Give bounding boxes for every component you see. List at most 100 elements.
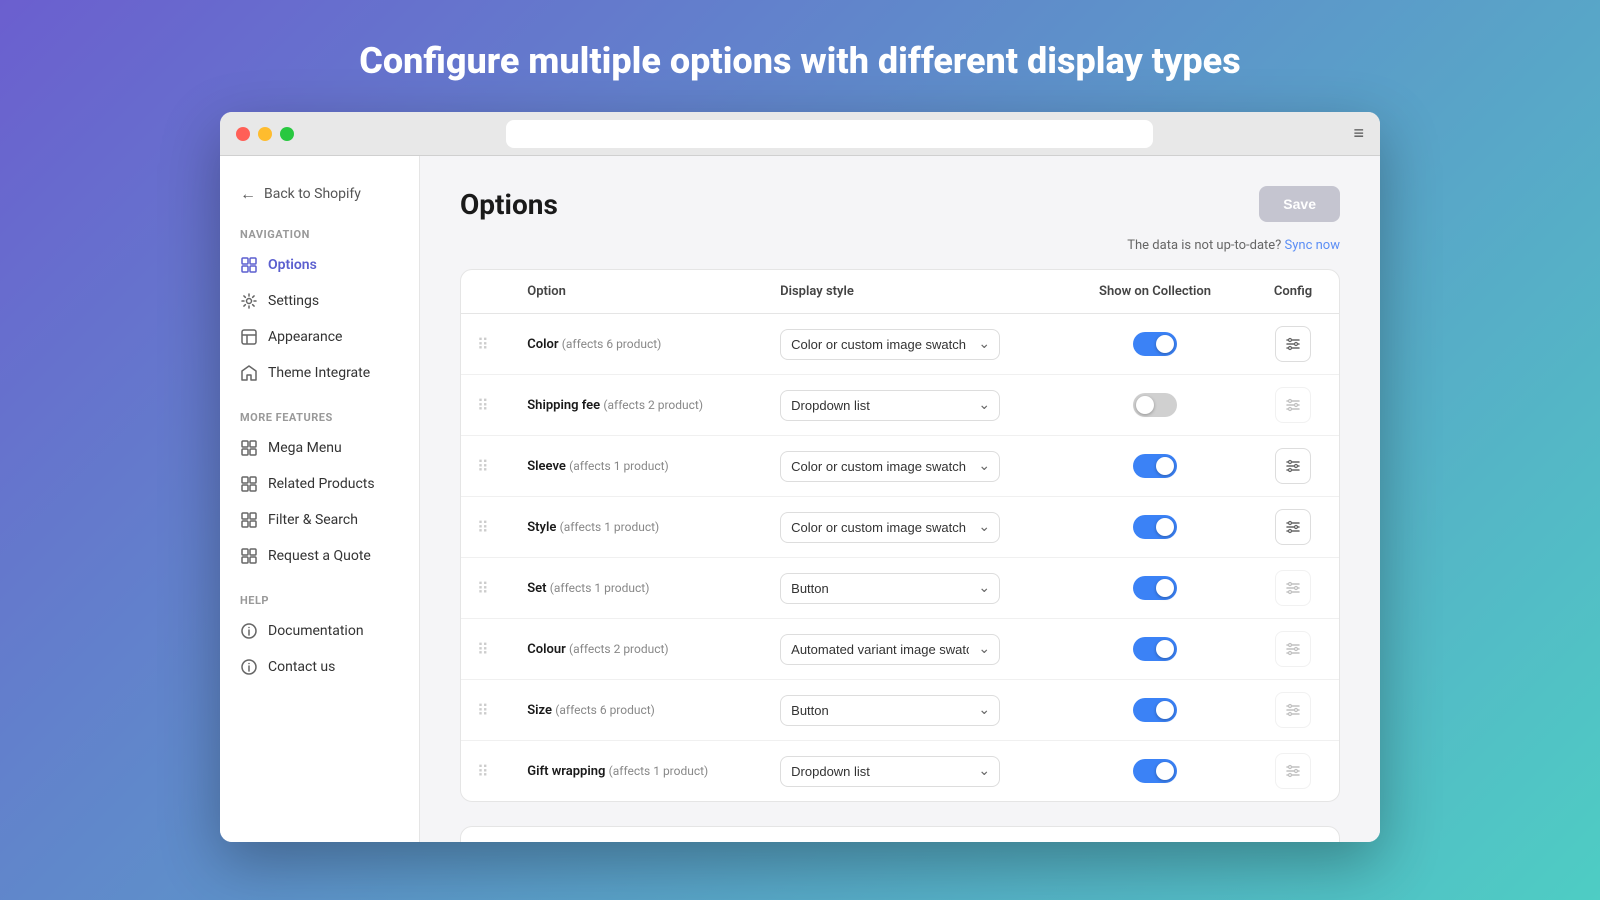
option-affects: (affects 1 product) [609,764,709,778]
sidebar-options-label: Options [268,257,317,273]
sidebar-item-request-quote[interactable]: Request a Quote [220,538,419,574]
config-cell [1247,619,1339,680]
col-option: Option [511,270,764,314]
collection-toggle[interactable] [1133,576,1177,600]
option-name: Sleeve [527,459,566,474]
display-style-wrapper: Color or custom image swatchAutomated va… [780,573,1000,604]
sidebar-item-related-products[interactable]: Related Products [220,466,419,502]
drag-handle-icon[interactable]: ⠿ [477,396,489,415]
collection-toggle[interactable] [1133,515,1177,539]
main-content: Options Save The data is not up-to-date?… [420,156,1380,842]
drag-handle-icon[interactable]: ⠿ [477,457,489,476]
config-icon [1285,641,1301,657]
related-products-icon [240,475,258,493]
table-row: ⠿Size (affects 6 product) Color or custo… [461,680,1339,741]
titlebar-menu-icon[interactable]: ≡ [1353,123,1364,144]
close-button[interactable] [236,127,250,141]
table-row: ⠿Shipping fee (affects 2 product) Color … [461,375,1339,436]
sidebar-doc-label: Documentation [268,623,364,639]
display-style-select[interactable]: Color or custom image swatchAutomated va… [780,695,1000,726]
sidebar-item-theme-integrate[interactable]: Theme Integrate [220,355,419,391]
toggle-slider [1133,332,1177,356]
drag-handle-icon[interactable]: ⠿ [477,579,489,598]
collection-toggle[interactable] [1133,393,1177,417]
often-installed-card: Often installed with apps close [460,826,1340,842]
display-style-select[interactable]: Color or custom image swatchAutomated va… [780,329,1000,360]
table-header: Option Display style Show on Collection … [461,270,1339,314]
config-button [1275,753,1311,789]
sidebar-item-options[interactable]: Options [220,247,419,283]
config-icon [1285,519,1301,535]
options-table: Option Display style Show on Collection … [461,270,1339,801]
display-style-select[interactable]: Color or custom image swatchAutomated va… [780,512,1000,543]
collection-toggle[interactable] [1133,698,1177,722]
sidebar-item-settings[interactable]: Settings [220,283,419,319]
sync-now-link[interactable]: Sync now [1285,238,1340,253]
back-to-shopify[interactable]: ← Back to Shopify [220,176,419,220]
show-on-collection-cell [1063,680,1247,741]
config-button [1275,570,1311,606]
sync-notice-text: The data is not up-to-date? [1127,238,1281,253]
drag-handle-icon[interactable]: ⠿ [477,335,489,354]
app-window: ≡ ← Back to Shopify NAVIGATION Op [220,112,1380,842]
config-icon [1285,336,1301,352]
maximize-button[interactable] [280,127,294,141]
collection-toggle[interactable] [1133,454,1177,478]
mega-menu-icon [240,439,258,457]
config-icon [1285,763,1301,779]
sidebar-appearance-label: Appearance [268,329,342,345]
sidebar-item-documentation[interactable]: Documentation [220,613,419,649]
request-quote-icon [240,547,258,565]
more-features-label: MORE FEATURES [220,403,419,430]
show-on-collection-cell [1063,619,1247,680]
toggle-slider [1133,759,1177,783]
display-style-select[interactable]: Color or custom image swatchAutomated va… [780,390,1000,421]
config-button[interactable] [1275,448,1311,484]
collection-toggle[interactable] [1133,759,1177,783]
display-style-select[interactable]: Color or custom image swatchAutomated va… [780,634,1000,665]
save-button[interactable]: Save [1259,186,1340,222]
option-affects: (affects 1 product) [569,459,669,473]
config-cell [1247,314,1339,375]
sidebar-item-contact[interactable]: Contact us [220,649,419,685]
display-style-select[interactable]: Color or custom image swatchAutomated va… [780,451,1000,482]
settings-icon [240,292,258,310]
options-icon [240,256,258,274]
table-body: ⠿Color (affects 6 product) Color or cust… [461,314,1339,802]
display-style-select[interactable]: Color or custom image swatchAutomated va… [780,573,1000,604]
config-button[interactable] [1275,326,1311,362]
option-name: Style [527,520,556,535]
display-style-wrapper: Color or custom image swatchAutomated va… [780,756,1000,787]
config-button [1275,692,1311,728]
show-on-collection-cell [1063,497,1247,558]
collection-toggle[interactable] [1133,637,1177,661]
col-config: Config [1247,270,1339,314]
config-button[interactable] [1275,509,1311,545]
sidebar-item-filter-search[interactable]: Filter & Search [220,502,419,538]
table-row: ⠿Colour (affects 2 product) Color or cus… [461,619,1339,680]
display-style-wrapper: Color or custom image swatchAutomated va… [780,634,1000,665]
table-row: ⠿Set (affects 1 product) Color or custom… [461,558,1339,619]
nav-section-label: NAVIGATION [220,220,419,247]
titlebar-search [506,120,1153,148]
display-style-select[interactable]: Color or custom image swatchAutomated va… [780,756,1000,787]
drag-handle-icon[interactable]: ⠿ [477,518,489,537]
config-button [1275,387,1311,423]
config-cell [1247,375,1339,436]
filter-search-icon [240,511,258,529]
drag-handle-icon[interactable]: ⠿ [477,640,489,659]
collection-toggle[interactable] [1133,332,1177,356]
sidebar-item-appearance[interactable]: Appearance [220,319,419,355]
table-row: ⠿Gift wrapping (affects 1 product) Color… [461,741,1339,802]
col-display: Display style [764,270,1063,314]
sidebar-item-mega-menu[interactable]: Mega Menu [220,430,419,466]
sidebar: ← Back to Shopify NAVIGATION Options [220,156,420,842]
drag-handle-icon[interactable]: ⠿ [477,762,489,781]
minimize-button[interactable] [258,127,272,141]
option-affects: (affects 1 product) [550,581,650,595]
toggle-slider [1133,454,1177,478]
sidebar-related-products-label: Related Products [268,476,375,492]
show-on-collection-cell [1063,314,1247,375]
drag-handle-icon[interactable]: ⠿ [477,701,489,720]
config-icon [1285,397,1301,413]
